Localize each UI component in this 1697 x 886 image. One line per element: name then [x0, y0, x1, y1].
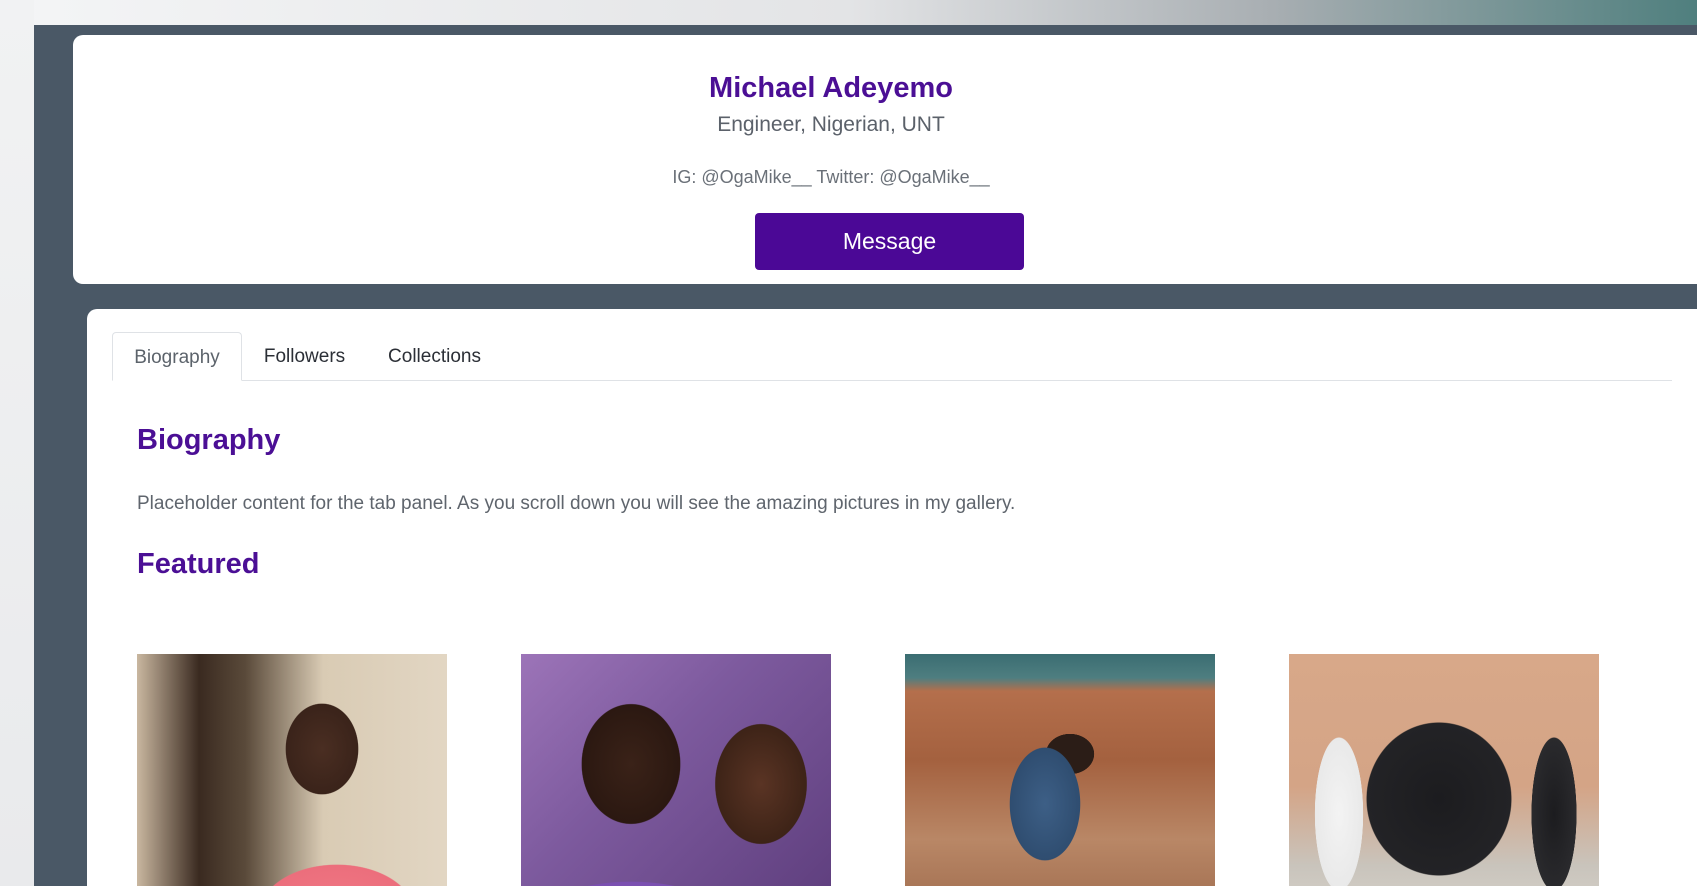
tab-bar: Biography Followers Collections	[112, 332, 1672, 381]
tab-followers[interactable]: Followers	[242, 332, 367, 381]
profile-page: Michael Adeyemo Engineer, Nigerian, UNT …	[34, 25, 1697, 886]
profile-card: Michael Adeyemo Engineer, Nigerian, UNT …	[73, 35, 1697, 284]
biography-heading: Biography	[137, 424, 281, 456]
featured-photo-4[interactable]	[1289, 654, 1599, 886]
featured-heading: Featured	[137, 548, 260, 580]
featured-photo-3[interactable]	[905, 654, 1215, 886]
message-button[interactable]: Message	[755, 213, 1024, 270]
tab-biography[interactable]: Biography	[112, 332, 242, 381]
profile-tagline: Engineer, Nigerian, UNT	[717, 113, 945, 136]
content-card: Biography Followers Collections Biograph…	[87, 309, 1697, 886]
desktop-top-strip	[0, 0, 1697, 26]
tab-collections[interactable]: Collections	[367, 332, 502, 381]
profile-name: Michael Adeyemo	[709, 72, 953, 104]
desktop-left-strip	[0, 0, 34, 886]
featured-photo-1[interactable]	[137, 654, 447, 886]
biography-text: Placeholder content for the tab panel. A…	[137, 493, 1016, 514]
profile-socials: IG: @OgaMike__ Twitter: @OgaMike__	[672, 167, 990, 187]
featured-photo-2[interactable]	[521, 654, 831, 886]
